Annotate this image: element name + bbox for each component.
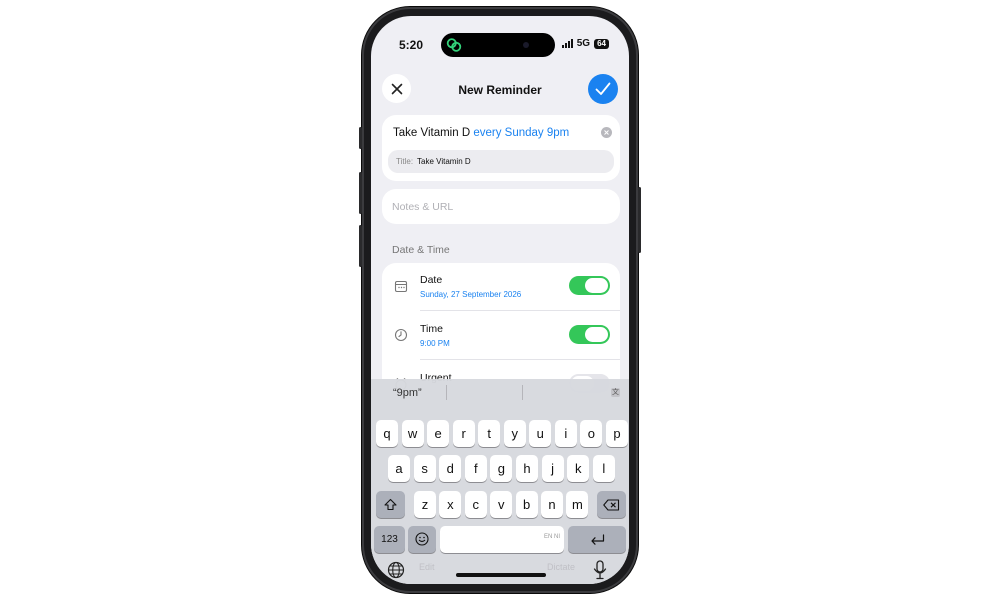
ghost-edit-label: Edit — [419, 562, 435, 572]
key-w[interactable]: w — [401, 420, 424, 447]
link-activity-icon — [446, 38, 462, 52]
time-row-title: Time — [420, 323, 443, 335]
dynamic-island — [441, 33, 555, 57]
volume-down-button — [359, 225, 362, 267]
shift-key[interactable] — [376, 491, 405, 518]
action-button — [359, 127, 362, 149]
screen: 5:20 5G 64 New Reminder Take Vitamin D e… — [371, 16, 629, 584]
key-u[interactable]: u — [529, 420, 552, 447]
date-toggle[interactable] — [569, 276, 610, 295]
backspace-key[interactable] — [597, 491, 626, 518]
phone-frame: 5:20 5G 64 New Reminder Take Vitamin D e… — [359, 7, 641, 593]
emoji-key[interactable] — [408, 526, 436, 553]
key-t[interactable]: t — [478, 420, 501, 447]
parsed-date-highlight: every Sunday 9pm — [473, 127, 570, 139]
time-row[interactable]: Time 9:00 PM — [382, 312, 620, 360]
keyboard: “9pm” 文 qwertyuiop asdfghjkl zxcvbnm 123 — [371, 379, 629, 584]
globe-icon[interactable] — [387, 561, 405, 579]
key-x[interactable]: x — [439, 491, 462, 518]
divider — [420, 359, 620, 360]
suggestion-divider — [522, 385, 523, 400]
title-suggestion-chip[interactable]: Title: Take Vitamin D — [388, 150, 614, 173]
time-row-value[interactable]: 9:00 PM — [420, 339, 450, 348]
toggle-knob — [585, 327, 608, 342]
return-key[interactable] — [568, 526, 626, 553]
space-key[interactable]: EN NI — [440, 526, 564, 553]
key-h[interactable]: h — [516, 455, 538, 482]
key-l[interactable]: l — [592, 455, 615, 482]
toggle-knob — [585, 278, 608, 293]
ghost-dictate-label: Dictate — [547, 562, 576, 572]
key-b[interactable]: b — [515, 491, 538, 518]
camera-dot — [523, 42, 529, 48]
calendar-icon — [394, 280, 408, 293]
date-time-card: Date Sunday, 27 September 2026 Time 9:00… — [382, 263, 620, 393]
key-o[interactable]: o — [580, 420, 603, 447]
date-row-value[interactable]: Sunday, 27 September 2026 — [420, 290, 521, 299]
key-k[interactable]: k — [567, 455, 590, 482]
key-a[interactable]: a — [388, 455, 410, 482]
status-right: 5G 64 — [561, 38, 609, 49]
key-z[interactable]: z — [414, 491, 436, 518]
key-d[interactable]: d — [439, 455, 462, 482]
key-j[interactable]: j — [541, 455, 564, 482]
signal-icon — [561, 39, 573, 48]
key-v[interactable]: v — [490, 491, 513, 518]
power-button — [638, 187, 641, 253]
title-chip-label: Title: — [396, 157, 414, 166]
notes-input: Notes & URL — [392, 201, 454, 213]
microphone-icon[interactable] — [593, 560, 607, 580]
numbers-key[interactable]: 123 — [374, 526, 405, 553]
key-g[interactable]: g — [490, 455, 513, 482]
battery-icon: 64 — [594, 38, 609, 49]
translate-icon[interactable]: 文 — [611, 388, 620, 397]
checkmark-icon — [595, 82, 611, 95]
key-c[interactable]: c — [464, 491, 487, 518]
space-key-language: EN NI — [543, 534, 560, 540]
title-input[interactable]: Take Vitamin D every Sunday 9pm — [393, 127, 569, 139]
status-bar: 5:20 5G 64 — [371, 16, 629, 57]
suggestion-divider — [446, 385, 447, 400]
title-input-text: Take Vitamin D — [393, 127, 471, 139]
emoji-icon — [415, 532, 429, 546]
key-e[interactable]: e — [427, 420, 450, 447]
key-y[interactable]: y — [503, 420, 526, 447]
backspace-icon — [603, 499, 620, 511]
title-chip-value: Take Vitamin D — [417, 157, 471, 166]
key-m[interactable]: m — [566, 491, 589, 518]
key-q[interactable]: q — [376, 420, 398, 447]
status-time: 5:20 — [399, 38, 424, 52]
section-label-date-time: Date & Time — [392, 244, 450, 256]
volume-up-button — [359, 172, 362, 214]
key-r[interactable]: r — [452, 420, 475, 447]
shift-icon — [384, 498, 397, 511]
suggestion-bar: “9pm” 文 — [371, 379, 629, 406]
suggestion-9pm[interactable]: “9pm” — [393, 387, 422, 399]
key-p[interactable]: p — [605, 420, 628, 447]
notes-card[interactable]: Notes & URL — [382, 189, 620, 224]
return-icon — [590, 534, 604, 545]
title-card: Take Vitamin D every Sunday 9pm Title: T… — [382, 115, 620, 181]
network-label: 5G — [576, 38, 591, 49]
home-indicator — [456, 573, 546, 577]
date-row[interactable]: Date Sunday, 27 September 2026 — [382, 263, 620, 311]
clock-icon — [394, 328, 408, 342]
key-i[interactable]: i — [554, 420, 577, 447]
key-n[interactable]: n — [541, 491, 563, 518]
clear-text-icon[interactable] — [601, 127, 612, 138]
key-f[interactable]: f — [464, 455, 487, 482]
divider — [420, 310, 620, 311]
date-row-title: Date — [420, 274, 443, 286]
time-toggle[interactable] — [569, 325, 610, 344]
key-s[interactable]: s — [413, 455, 436, 482]
done-button[interactable] — [588, 74, 618, 104]
